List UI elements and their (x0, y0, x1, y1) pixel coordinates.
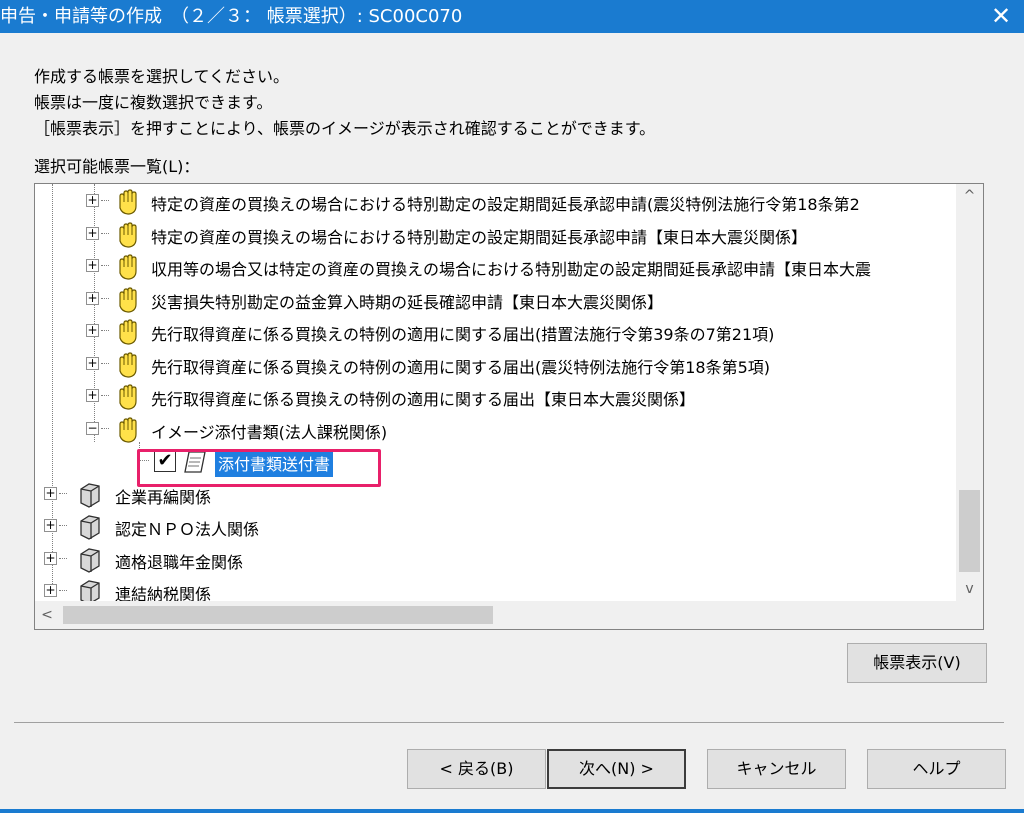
cancel-button[interactable]: キャンセル (707, 749, 846, 789)
tree-item[interactable]: + 災害損失特別勘定の益金算入時期の延長確認申請【東日本大震災関係】 (35, 283, 957, 315)
horizontal-scrollbar[interactable]: < > (35, 601, 983, 629)
hand-folder-icon (114, 318, 142, 346)
tree-connector (101, 427, 109, 429)
scroll-down-icon[interactable]: v (956, 579, 983, 599)
title-bar: 申告・申請等の作成 （２／３： 帳票選択）: SC00C070 ✕ (0, 0, 1024, 33)
expand-icon[interactable]: + (86, 194, 99, 207)
back-button[interactable]: < 戻る(B) (407, 749, 546, 789)
help-button[interactable]: ヘルプ (867, 749, 1006, 789)
tree-item-label: 先行取得資産に係る買換えの特例の適用に関する届出【東日本大震災関係】 (151, 390, 696, 409)
tree-item-label: 連結納税関係 (115, 585, 212, 601)
tree-item-selected[interactable]: ✔ 添付書類送付書 (35, 445, 957, 477)
tree-connector (59, 525, 67, 526)
tree-item-label: 先行取得資産に係る買換えの特例の適用に関する届出(措置法施行令第39条の7第21… (151, 325, 775, 344)
hand-folder-icon (114, 383, 142, 411)
scroll-left-icon[interactable]: < (35, 601, 59, 629)
tree-group[interactable]: + 連結納税関係 (35, 575, 957, 601)
tree-item-label: イメージ添付書類(法人課税関係) (151, 422, 388, 442)
expand-icon[interactable]: + (86, 291, 99, 305)
window-title: 申告・申請等の作成 （２／３： 帳票選択）: SC00C070 (0, 6, 463, 27)
tree-connector (101, 200, 109, 201)
tree-item[interactable]: + 先行取得資産に係る買換えの特例の適用に関する届出(措置法施行令第39条の7第2… (35, 315, 957, 347)
hand-folder-icon (114, 351, 142, 379)
hand-folder-icon (114, 188, 142, 216)
tree-connector (59, 492, 67, 494)
tree-group[interactable]: + 企業再編関係 (35, 478, 957, 510)
hand-folder-icon (114, 221, 142, 249)
tree-item-label: 適格退職年金関係 (115, 552, 244, 572)
expand-icon[interactable]: + (44, 584, 57, 597)
expand-icon[interactable]: + (86, 389, 99, 402)
tree-connector (59, 590, 67, 591)
tree-item[interactable]: + 特定の資産の買換えの場合における特別勘定の設定期間延長承認申請(震災特例法施行… (35, 185, 957, 217)
vertical-scroll-thumb[interactable] (959, 490, 980, 572)
form-checkbox[interactable]: ✔ (154, 450, 176, 472)
tree-item[interactable]: − イメージ添付書類(法人課税関係) (35, 413, 957, 445)
tree-connector (59, 557, 67, 559)
tree-connector (101, 362, 109, 364)
book-icon (75, 481, 103, 509)
hand-folder-icon (114, 416, 142, 444)
expand-icon[interactable]: + (44, 486, 57, 500)
tree-group[interactable]: + 認定ＮＰＯ法人関係 (35, 510, 957, 542)
expand-icon[interactable]: + (44, 519, 57, 532)
tree-connector (101, 265, 109, 266)
expand-icon[interactable]: + (86, 356, 99, 370)
tree-item-label: 特定の資産の買換えの場合における特別勘定の設定期間延長承認申請(震災特例法施行令… (151, 195, 860, 214)
tree-item-label: 先行取得資産に係る買換えの特例の適用に関する届出(震災特例法施行令第18条第5項… (151, 357, 771, 377)
tree-item[interactable]: + 収用等の場合又は特定の資産の買換えの場合における特別勘定の設定期間延長承認申請… (35, 250, 957, 282)
hand-folder-icon (114, 253, 142, 281)
separator (14, 722, 1004, 723)
tree-item[interactable]: + 先行取得資産に係る買換えの特例の適用に関する届出【東日本大震災関係】 (35, 380, 957, 412)
view-form-button[interactable]: 帳票表示(V) (847, 643, 987, 683)
tree-connector (139, 460, 149, 461)
expand-icon[interactable]: + (44, 551, 57, 565)
expand-icon[interactable]: + (86, 324, 99, 337)
horizontal-scroll-thumb[interactable] (63, 606, 493, 624)
document-icon (181, 448, 209, 476)
tree-item-label: 特定の資産の買換えの場合における特別勘定の設定期間延長承認申請【東日本大震災関係… (151, 227, 808, 247)
next-button[interactable]: 次へ(N) > (547, 749, 686, 789)
window-border (0, 809, 1024, 813)
tree-item-label: 企業再編関係 (115, 487, 212, 507)
form-list-label: 選択可能帳票一覧(L)： (34, 157, 200, 176)
scrollbar-corner (956, 601, 983, 629)
expand-icon[interactable]: + (86, 259, 99, 272)
tree-connector (101, 395, 109, 396)
collapse-icon[interactable]: − (86, 421, 99, 435)
tree-item-label: 収用等の場合又は特定の資産の買換えの場合における特別勘定の設定期間延長承認申請【… (151, 260, 872, 279)
book-icon (75, 578, 103, 601)
tree-item[interactable]: + 先行取得資産に係る買換えの特例の適用に関する届出(震災特例法施行令第18条第5… (35, 348, 957, 380)
vertical-scrollbar[interactable]: ^ v (956, 184, 983, 601)
book-icon (75, 546, 103, 574)
tree-group[interactable]: + 適格退職年金関係 (35, 543, 957, 575)
form-tree-view[interactable]: + 特定の資産の買換えの場合における特別勘定の設定期間延長承認申請(震災特例法施行… (34, 183, 984, 630)
scroll-up-icon[interactable]: ^ (956, 186, 983, 206)
book-icon (75, 513, 103, 541)
tree-item-label: 添付書類送付書 (215, 449, 334, 477)
instruction-line-3: ［帳票表示］を押すことにより、帳票のイメージが表示され確認することができます。 (34, 119, 656, 138)
expand-icon[interactable]: + (86, 226, 99, 240)
instruction-line-1: 作成する帳票を選択してください。 (34, 67, 290, 86)
tree-connector (101, 330, 109, 331)
tree-item-label: 災害損失特別勘定の益金算入時期の延長確認申請【東日本大震災関係】 (151, 292, 664, 312)
tree-item[interactable]: + 特定の資産の買換えの場合における特別勘定の設定期間延長承認申請【東日本大震災関… (35, 218, 957, 250)
tree-item-label: 認定ＮＰＯ法人関係 (115, 520, 260, 539)
tree-connector (101, 297, 109, 299)
hand-folder-icon (114, 286, 142, 314)
instruction-line-2: 帳票は一度に複数選択できます。 (34, 93, 273, 112)
close-icon[interactable]: ✕ (978, 0, 1024, 33)
tree-connector (101, 232, 109, 234)
